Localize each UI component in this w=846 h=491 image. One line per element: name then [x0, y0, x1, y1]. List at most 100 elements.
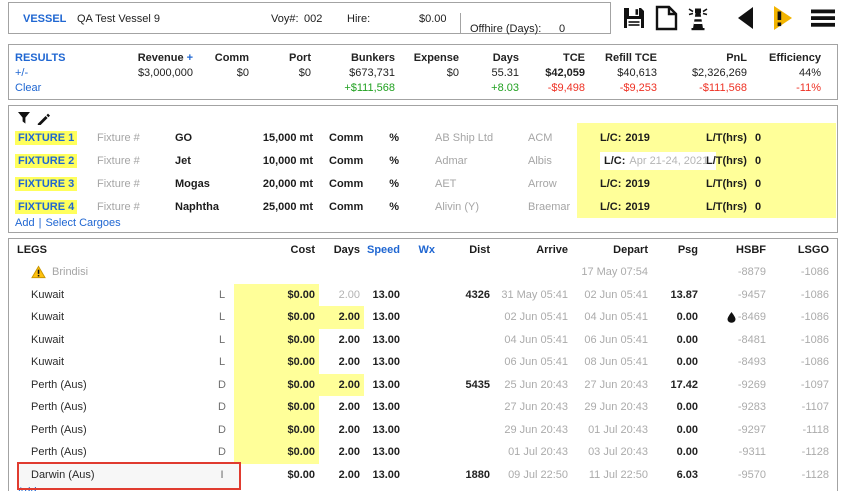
broker-field[interactable]: ACM	[520, 126, 590, 149]
cargo-field[interactable]: Mogas	[175, 172, 255, 195]
fixture-label[interactable]: FIXTURE 4	[15, 200, 77, 214]
leg-port[interactable]: Darwin (Aus)	[9, 464, 204, 487]
new-document-icon[interactable]	[654, 5, 678, 31]
menu-icon[interactable]	[810, 5, 836, 31]
leg-port-name[interactable]: Perth (Aus)	[31, 446, 87, 458]
leg-days-field[interactable]: 2.00	[319, 419, 364, 442]
cargo-quantity-field[interactable]: 20,000 mt	[255, 172, 313, 195]
leg-port-name[interactable]: Darwin (Aus)	[31, 469, 95, 481]
leg-port-name[interactable]: Perth (Aus)	[31, 401, 87, 413]
leg-days-field[interactable]: 2.00	[319, 374, 364, 397]
results-clear-link[interactable]: Clear	[15, 81, 101, 96]
leg-distance[interactable]: 1880	[439, 464, 494, 487]
leg-cost-field[interactable]: $0.00	[234, 351, 319, 374]
leg-port-name[interactable]: Brindisi	[52, 266, 88, 278]
cargo-field[interactable]: Naphtha	[175, 195, 255, 218]
back-icon[interactable]	[734, 5, 756, 31]
fixture-number-field[interactable]: Fixture #	[97, 172, 175, 195]
laycan-field[interactable]: 2019	[625, 132, 649, 144]
leg-speed-field[interactable]: 13.00	[364, 306, 404, 329]
results-plusminus-link[interactable]: +/-	[15, 66, 101, 81]
offhire-field[interactable]: Offhire (Days): 0	[460, 13, 611, 33]
leg-port[interactable]: Perth (Aus)	[9, 419, 204, 442]
charterer-field[interactable]: AB Ship Ltd	[405, 126, 520, 149]
leg-distance[interactable]: 4326	[439, 284, 494, 307]
leg-cost-field[interactable]: $0.00	[234, 284, 319, 307]
leg-port-name[interactable]: Kuwait	[31, 334, 64, 346]
lighthouse-icon[interactable]	[685, 5, 711, 31]
leg-port[interactable]: Kuwait	[9, 329, 204, 352]
fixture-number-field[interactable]: Fixture #	[97, 126, 175, 149]
filter-icon[interactable]	[17, 111, 31, 125]
leg-type[interactable]	[204, 261, 234, 284]
leg-type[interactable]: D	[204, 419, 234, 442]
leg-type[interactable]: D	[204, 396, 234, 419]
fixture-label[interactable]: FIXTURE 2	[15, 154, 77, 168]
leg-type[interactable]: L	[204, 284, 234, 307]
broker-field[interactable]: Braemar	[520, 195, 590, 218]
leg-cost-field[interactable]	[234, 261, 319, 284]
cargo-field[interactable]: Jet	[175, 149, 255, 172]
leg-cost-field[interactable]: $0.00	[234, 464, 319, 487]
leg-type[interactable]: L	[204, 306, 234, 329]
cargo-quantity-field[interactable]: 10,000 mt	[255, 149, 313, 172]
leg-type[interactable]: I	[204, 464, 234, 487]
leg-distance[interactable]	[439, 329, 494, 352]
laytime-field[interactable]: 0	[755, 132, 761, 144]
leg-port-name[interactable]: Perth (Aus)	[31, 424, 87, 436]
leg-distance[interactable]: 5435	[439, 374, 494, 397]
vessel-label[interactable]: VESSEL	[23, 13, 66, 25]
charterer-field[interactable]: AET	[405, 172, 520, 195]
cargo-field[interactable]: GO	[175, 126, 255, 149]
select-cargoes-link[interactable]: Select Cargoes	[45, 217, 120, 229]
fixture-label[interactable]: FIXTURE 1	[15, 131, 77, 145]
leg-distance[interactable]	[439, 419, 494, 442]
leg-cost-field[interactable]: $0.00	[234, 419, 319, 442]
leg-port[interactable]: Kuwait	[9, 306, 204, 329]
leg-port-name[interactable]: Perth (Aus)	[31, 379, 87, 391]
leg-distance[interactable]	[439, 441, 494, 464]
leg-speed-field[interactable]: 13.00	[364, 464, 404, 487]
hire-field[interactable]: $0.00	[419, 13, 447, 25]
leg-distance[interactable]	[439, 396, 494, 419]
leg-days-field[interactable]: 2.00	[319, 351, 364, 374]
laytime-field[interactable]: 0	[755, 178, 761, 190]
laytime-field[interactable]: 0	[755, 201, 761, 213]
vessel-name-field[interactable]: QA Test Vessel 9	[77, 13, 160, 25]
leg-speed-field[interactable]: 13.00	[364, 441, 404, 464]
leg-type[interactable]: L	[204, 351, 234, 374]
fixture-number-field[interactable]: Fixture #	[97, 195, 175, 218]
leg-type[interactable]: L	[204, 329, 234, 352]
offhire-value[interactable]: 0	[559, 23, 565, 35]
leg-speed-field[interactable]: 13.00	[364, 374, 404, 397]
add-cargo-link[interactable]: Add	[15, 217, 35, 229]
leg-type[interactable]: D	[204, 374, 234, 397]
leg-speed-field[interactable]: 13.00	[364, 329, 404, 352]
cargo-quantity-field[interactable]: 15,000 mt	[255, 126, 313, 149]
leg-days-field[interactable]: 2.00	[319, 441, 364, 464]
save-icon[interactable]	[621, 5, 647, 31]
leg-port[interactable]: Brindisi	[9, 261, 204, 284]
leg-port-name[interactable]: Kuwait	[31, 356, 64, 368]
col-header-speed[interactable]: Speed	[364, 244, 404, 256]
leg-type[interactable]: D	[204, 441, 234, 464]
leg-days-field[interactable]: 2.00	[319, 306, 364, 329]
leg-speed-field[interactable]	[364, 261, 404, 284]
leg-days-field[interactable]: 2.00	[319, 284, 364, 307]
leg-port[interactable]: Perth (Aus)	[9, 441, 204, 464]
leg-days-field[interactable]: 2.00	[319, 329, 364, 352]
fixture-number-field[interactable]: Fixture #	[97, 149, 175, 172]
leg-port[interactable]: Perth (Aus)	[9, 374, 204, 397]
laytime-field[interactable]: 0	[755, 155, 761, 167]
alert-icon[interactable]	[773, 5, 793, 31]
charterer-field[interactable]: Alivin (Y)	[405, 195, 520, 218]
leg-distance[interactable]	[439, 306, 494, 329]
leg-speed-field[interactable]: 13.00	[364, 396, 404, 419]
leg-port-name[interactable]: Kuwait	[31, 311, 64, 323]
cargo-quantity-field[interactable]: 25,000 mt	[255, 195, 313, 218]
leg-speed-field[interactable]: 13.00	[364, 284, 404, 307]
leg-cost-field[interactable]: $0.00	[234, 396, 319, 419]
leg-port[interactable]: Kuwait	[9, 284, 204, 307]
leg-days-field[interactable]	[319, 261, 364, 284]
leg-port-name[interactable]: Kuwait	[31, 289, 64, 301]
